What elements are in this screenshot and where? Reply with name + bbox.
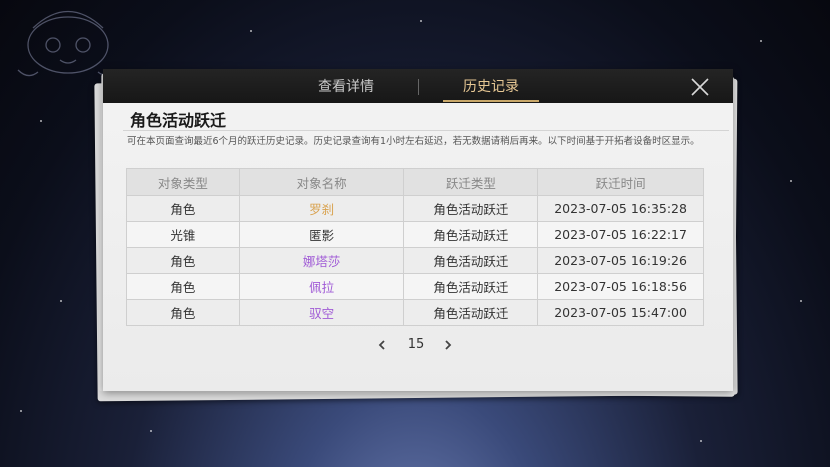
star: [60, 300, 62, 302]
cell-warp-type: 角色活动跃迁: [403, 247, 539, 274]
title-divider: [123, 130, 729, 131]
chevron-left-icon[interactable]: [374, 335, 390, 355]
cell-object-type: 角色: [126, 247, 240, 274]
table-row: 角色 佩拉 角色活动跃迁 2023-07-05 16:18:56: [126, 273, 704, 300]
cell-warp-type: 角色活动跃迁: [403, 195, 539, 222]
star: [790, 180, 792, 182]
star: [20, 410, 22, 412]
cell-object-name: 匿影: [238, 221, 405, 248]
tab-divider: [418, 79, 419, 95]
cell-object-type: 光锥: [126, 221, 240, 248]
cell-object-name: 佩拉: [238, 273, 405, 300]
warp-history-panel: 查看详情 历史记录 角色活动跃迁 可在本页面查询最近6个月的跃迁历史记录。历史记…: [103, 69, 733, 391]
star: [800, 300, 802, 302]
header-object-name: 对象名称: [238, 168, 405, 196]
table-row: 角色 娜塔莎 角色活动跃迁 2023-07-05 16:19:26: [126, 247, 704, 274]
star: [250, 30, 252, 32]
tab-history[interactable]: 历史记录: [431, 69, 551, 103]
star: [420, 20, 422, 22]
warp-records-table: 对象类型 对象名称 跃迁类型 跃迁时间 角色 罗刹 角色活动跃迁 2023-07…: [126, 168, 704, 326]
cell-object-name: 娜塔莎: [238, 247, 405, 274]
star: [40, 120, 42, 122]
cell-warp-time: 2023-07-05 16:35:28: [537, 195, 704, 222]
cell-warp-time: 2023-07-05 15:47:00: [537, 299, 704, 326]
chevron-right-icon[interactable]: [440, 335, 456, 355]
cell-object-type: 角色: [126, 273, 240, 300]
star: [150, 430, 152, 432]
table-row: 角色 驭空 角色活动跃迁 2023-07-05 15:47:00: [126, 299, 704, 326]
cell-warp-type: 角色活动跃迁: [403, 221, 539, 248]
section-title: 角色活动跃迁: [130, 111, 227, 130]
header-warp-type: 跃迁类型: [403, 168, 539, 196]
star: [760, 40, 762, 42]
cell-object-name: 驭空: [238, 299, 405, 326]
pagination: 15: [374, 335, 458, 355]
table-row: 角色 罗刹 角色活动跃迁 2023-07-05 16:35:28: [126, 195, 704, 222]
table-header-row: 对象类型 对象名称 跃迁类型 跃迁时间: [126, 168, 704, 196]
table-row: 光锥 匿影 角色活动跃迁 2023-07-05 16:22:17: [126, 221, 704, 248]
tab-details[interactable]: 查看详情: [286, 69, 406, 103]
description-text: 可在本页面查询最近6个月的跃迁历史记录。历史记录查询有1小时左右延迟，若无数据请…: [127, 136, 700, 147]
header-warp-time: 跃迁时间: [537, 168, 704, 196]
cell-object-name: 罗刹: [238, 195, 405, 222]
cell-warp-type: 角色活动跃迁: [403, 299, 539, 326]
header-object-type: 对象类型: [126, 168, 240, 196]
cell-warp-time: 2023-07-05 16:18:56: [537, 273, 704, 300]
cell-warp-type: 角色活动跃迁: [403, 273, 539, 300]
cell-object-type: 角色: [126, 195, 240, 222]
star: [700, 440, 702, 442]
panel-header: 查看详情 历史记录: [103, 69, 733, 103]
page-number: 15: [407, 337, 425, 352]
cell-warp-time: 2023-07-05 16:22:17: [537, 221, 704, 248]
cell-warp-time: 2023-07-05 16:19:26: [537, 247, 704, 274]
close-icon[interactable]: [689, 76, 711, 98]
cell-object-type: 角色: [126, 299, 240, 326]
